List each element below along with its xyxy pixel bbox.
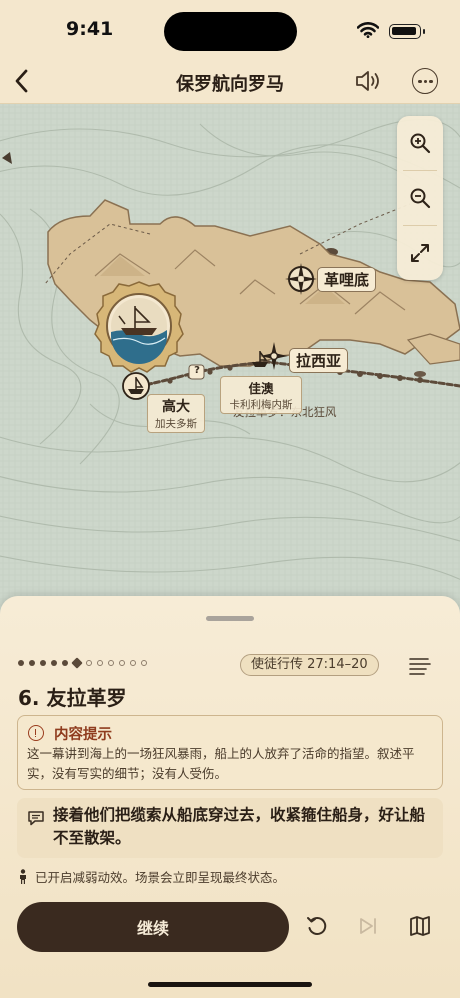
- list-icon[interactable]: [408, 656, 432, 676]
- bottom-sheet: 使徒行传 27:14–20 6. 友拉革罗 内容提示 这一幕讲到海上的一场狂风暴…: [0, 596, 460, 998]
- progress-dot: [86, 660, 92, 666]
- unknown-marker[interactable]: ?: [192, 365, 202, 376]
- ship-marker-icon: [122, 372, 150, 400]
- skip-forward-icon[interactable]: [357, 914, 379, 938]
- cauda-sub: 加夫多斯: [155, 418, 197, 430]
- nav-bar: 保罗航向罗马: [0, 58, 460, 104]
- progress-dot: [141, 660, 147, 666]
- progress-dot: [130, 660, 136, 666]
- progress-dot-current: [71, 657, 83, 669]
- scene-progress-dots: [18, 657, 147, 669]
- dynamic-island: [164, 12, 297, 51]
- map-label-cauda[interactable]: 高大 加夫多斯: [147, 394, 205, 433]
- content-warning-body: 这一幕讲到海上的一场狂风暴雨，船上的人放弃了活命的指望。叙述平实，没有写实的细节…: [27, 746, 415, 781]
- content-warning-title: 内容提示: [54, 727, 112, 743]
- zoom-in-icon: [410, 133, 431, 154]
- progress-dot: [62, 660, 68, 666]
- chat-bubble-icon: [28, 811, 44, 826]
- zoom-out-button[interactable]: [397, 171, 443, 225]
- content-warning: 内容提示 这一幕讲到海上的一场狂风暴雨，船上的人放弃了活命的指望。叙述平实，没有…: [17, 715, 443, 790]
- home-indicator: [148, 982, 312, 987]
- map-background: [0, 104, 460, 624]
- progress-dot: [97, 660, 103, 666]
- fair-havens-sub: 卡利利梅内斯: [229, 399, 293, 411]
- reduced-motion-text: 已开启减弱动效。场景会立即呈现最终状态。: [35, 870, 286, 885]
- progress-dot: [51, 660, 57, 666]
- continue-button[interactable]: 继续: [17, 902, 289, 952]
- zoom-out-icon: [410, 188, 431, 209]
- map-label-lasea[interactable]: 拉西亚: [289, 348, 349, 373]
- map-controls: [397, 116, 443, 280]
- fair-havens-name: 佳澳: [248, 381, 274, 396]
- warning-icon: [28, 725, 44, 741]
- replay-icon[interactable]: [305, 914, 329, 938]
- reduced-motion-note: 已开启减弱动效。场景会立即呈现最终状态。: [17, 867, 285, 886]
- expand-icon: [411, 244, 429, 262]
- narration-card: 接着他们把缆索从船底穿过去，收紧箍住船身，好让船不至散架。: [17, 798, 443, 858]
- more-options-icon[interactable]: [412, 68, 438, 94]
- map-icon[interactable]: [408, 914, 432, 938]
- map-view[interactable]: ? 友拉革罗：东北狂风 革哩底 拉西亚 佳澳 卡利利梅内斯 高大 加夫多斯: [0, 104, 460, 624]
- expand-map-button[interactable]: [397, 226, 443, 280]
- zoom-in-button[interactable]: [397, 116, 443, 170]
- map-label-phoenix[interactable]: 革哩底: [317, 267, 377, 292]
- battery-icon: [389, 24, 425, 39]
- wifi-icon: [357, 22, 379, 38]
- cauda-name: 高大: [162, 399, 190, 415]
- status-bar: 9:41: [0, 0, 460, 58]
- speaker-icon[interactable]: [354, 68, 384, 94]
- page-title: 保罗航向罗马: [176, 74, 284, 95]
- sheet-grabber[interactable]: [206, 616, 254, 621]
- progress-dot: [18, 660, 24, 666]
- status-time: 9:41: [66, 18, 114, 40]
- map-label-fair-havens[interactable]: 佳澳 卡利利梅内斯: [220, 376, 302, 414]
- progress-dot: [119, 660, 125, 666]
- narration-text: 接着他们把缆索从船底穿过去，收紧箍住船身，好让船不至散架。: [53, 806, 426, 847]
- section-title: 6. 友拉革罗: [18, 686, 127, 710]
- progress-dot: [29, 660, 35, 666]
- scripture-reference-badge[interactable]: 使徒行传 27:14–20: [240, 654, 379, 676]
- progress-dot: [40, 660, 46, 666]
- progress-dot: [108, 660, 114, 666]
- person-icon: [20, 868, 26, 884]
